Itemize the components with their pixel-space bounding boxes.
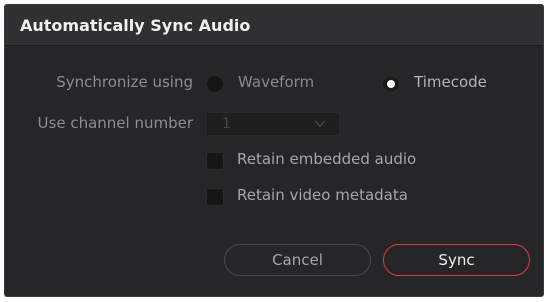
dialog-title: Automatically Sync Audio <box>20 16 251 35</box>
retain-video-metadata-checkbox[interactable] <box>206 188 224 206</box>
chevron-down-icon <box>314 120 326 127</box>
channel-number-value: 1 <box>222 116 231 132</box>
sync-audio-dialog: Automatically Sync Audio Synchronize usi… <box>4 4 544 297</box>
retain-embedded-audio-checkbox[interactable] <box>206 152 224 170</box>
channel-number-label: Use channel number <box>37 114 193 132</box>
channel-number-dropdown[interactable]: 1 <box>206 112 340 136</box>
cancel-button[interactable]: Cancel <box>224 244 371 276</box>
timecode-option-label[interactable]: Timecode <box>414 73 487 91</box>
waveform-option-label[interactable]: Waveform <box>238 73 314 91</box>
dialog-titlebar: Automatically Sync Audio <box>5 5 543 46</box>
radio-selected-dot <box>387 80 395 88</box>
sync-using-label: Synchronize using <box>56 73 193 91</box>
retain-embedded-audio-label[interactable]: Retain embedded audio <box>237 150 416 168</box>
waveform-radio[interactable] <box>206 75 224 93</box>
retain-video-metadata-label[interactable]: Retain video metadata <box>237 186 408 204</box>
timecode-radio[interactable] <box>382 75 400 93</box>
sync-button[interactable]: Sync <box>383 244 530 276</box>
